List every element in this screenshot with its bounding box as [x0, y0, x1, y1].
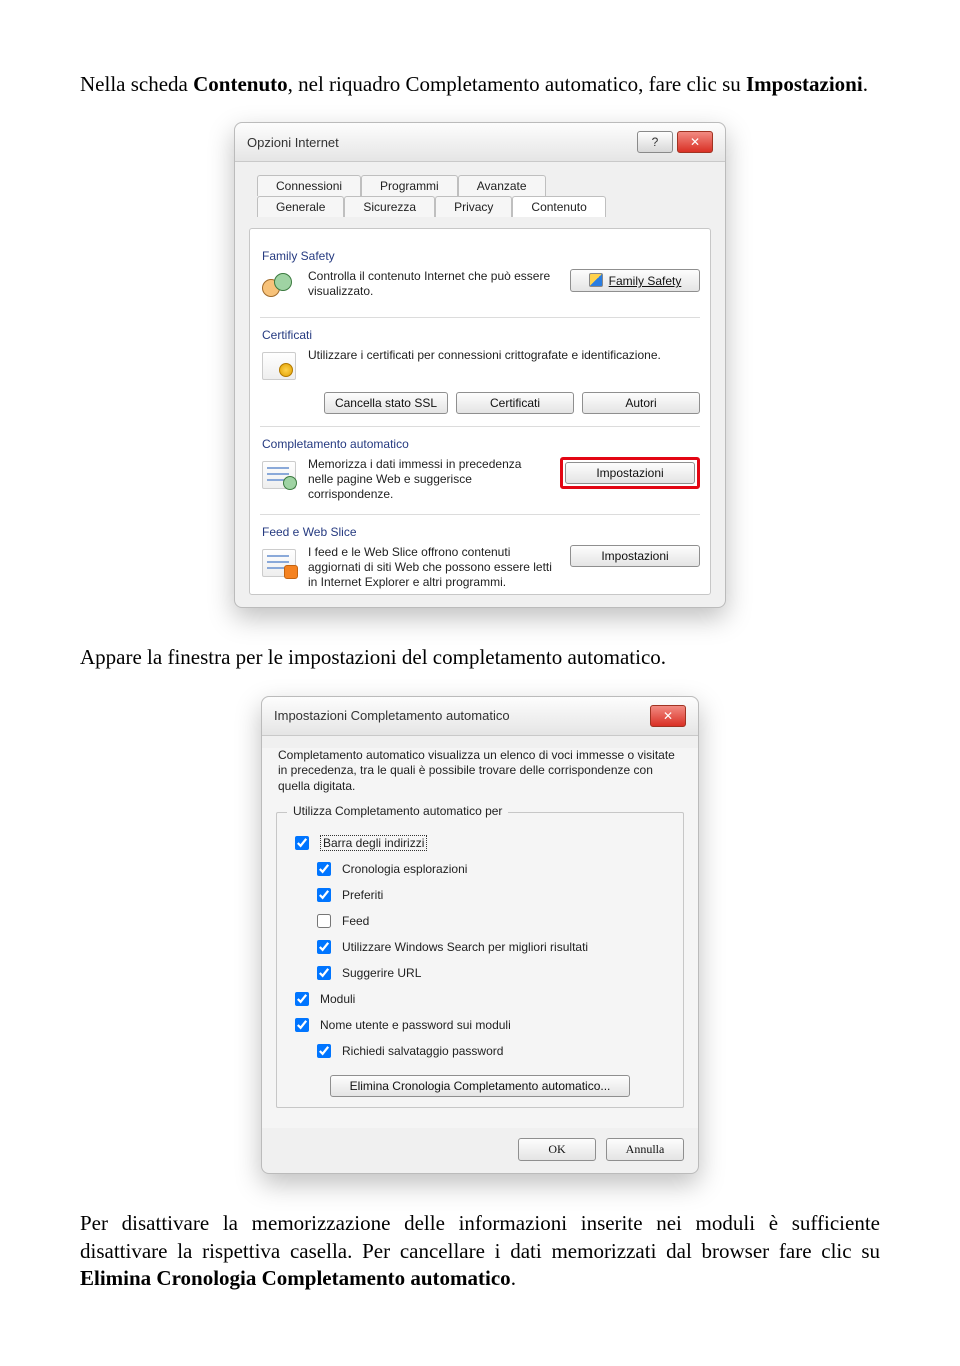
- cb-ask-save-password-input[interactable]: [317, 1044, 331, 1058]
- p1-t2: , nel riquadro Completamento automatico,…: [288, 72, 746, 96]
- cert-buttons: Cancella stato SSL Certificati Autori: [260, 392, 700, 414]
- cb-windows-search-input[interactable]: [317, 940, 331, 954]
- autocomplete-intro: Completamento automatico visualizza un e…: [278, 748, 682, 795]
- cb-ask-save-password[interactable]: Richiedi salvataggio password: [313, 1041, 669, 1061]
- dialog-footer: OK Annulla: [262, 1128, 698, 1173]
- cancel-button[interactable]: Annulla: [606, 1138, 684, 1161]
- cb-suggest-url-input[interactable]: [317, 966, 331, 980]
- cb-address-bar-input[interactable]: [295, 836, 309, 850]
- section-autocomplete: Memorizza i dati immessi in precedenza n…: [260, 457, 700, 502]
- cb-feed[interactable]: Feed: [313, 911, 669, 931]
- dialog-title: Opzioni Internet: [247, 135, 633, 150]
- close-icon: ✕: [663, 709, 673, 723]
- close-button[interactable]: ✕: [650, 705, 686, 727]
- tab-connections[interactable]: Connessioni: [257, 175, 361, 196]
- autocomplete-dialog-figure: Impostazioni Completamento automatico ✕ …: [80, 696, 880, 1175]
- p1-b1: Contenuto: [193, 72, 288, 96]
- intro-paragraph-2: Appare la finestra per le impostazioni d…: [80, 644, 880, 671]
- intro-paragraph-1: Nella scheda Contenuto, nel riquadro Com…: [80, 71, 880, 98]
- section-cert: Utilizzare i certificati per connessioni…: [260, 348, 700, 384]
- clear-ssl-button[interactable]: Cancella stato SSL: [324, 392, 448, 414]
- feed-settings-button[interactable]: Impostazioni: [570, 545, 700, 567]
- ok-button[interactable]: OK: [518, 1138, 596, 1161]
- tab-content[interactable]: Contenuto: [512, 196, 605, 217]
- cb-history-input[interactable]: [317, 862, 331, 876]
- family-desc: Controlla il contenuto Internet che può …: [308, 269, 560, 299]
- autocomplete-groupbox: Utilizza Completamento automatico per Ba…: [276, 812, 684, 1108]
- certificate-icon: [260, 348, 298, 384]
- cb-favorites[interactable]: Preferiti: [313, 885, 669, 905]
- cb-history[interactable]: Cronologia esplorazioni: [313, 859, 669, 879]
- help-button[interactable]: ?: [637, 131, 673, 153]
- cb-username-password-input[interactable]: [295, 1018, 309, 1032]
- cb-windows-search[interactable]: Utilizzare Windows Search per migliori r…: [313, 937, 669, 957]
- tab-general[interactable]: Generale: [257, 196, 344, 217]
- groupbox-title: Utilizza Completamento automatico per: [287, 804, 508, 818]
- cb-feed-label: Feed: [342, 914, 369, 928]
- dialog-title: Impostazioni Completamento automatico: [274, 708, 646, 723]
- cb-suggest-url-label: Suggerire URL: [342, 966, 421, 980]
- tab-content-pane: Family Safety Controlla il contenuto Int…: [249, 228, 711, 595]
- autocomplete-desc: Memorizza i dati immessi in precedenza n…: [308, 457, 550, 502]
- authors-button[interactable]: Autori: [582, 392, 700, 414]
- section-feed: I feed e le Web Slice offrono contenuti …: [260, 545, 700, 590]
- feed-desc: I feed e le Web Slice offrono contenuti …: [308, 545, 560, 590]
- autocomplete-icon: [260, 457, 298, 493]
- p1-t3: .: [863, 72, 868, 96]
- cb-address-bar[interactable]: Barra degli indirizzi: [291, 833, 669, 853]
- cb-windows-search-label: Utilizzare Windows Search per migliori r…: [342, 940, 588, 954]
- feed-icon: [260, 545, 298, 581]
- p3-t1: Per disattivare la memorizzazione delle …: [80, 1211, 880, 1262]
- tabs-row-bottom: Generale Sicurezza Privacy Contenuto: [257, 196, 711, 217]
- titlebar: Impostazioni Completamento automatico ✕: [262, 697, 698, 736]
- close-icon: ✕: [690, 135, 700, 149]
- titlebar: Opzioni Internet ? ✕: [235, 123, 725, 162]
- p3-t2: .: [511, 1266, 516, 1290]
- cb-suggest-url[interactable]: Suggerire URL: [313, 963, 669, 983]
- divider: [260, 317, 700, 318]
- tabs-row-top: Connessioni Programmi Avanzate: [257, 175, 711, 196]
- intro-paragraph-3: Per disattivare la memorizzazione delle …: [80, 1210, 880, 1292]
- p1-b2: Impostazioni: [746, 72, 863, 96]
- family-icon: [260, 269, 298, 305]
- section-family: Controlla il contenuto Internet che può …: [260, 269, 700, 305]
- family-safety-button[interactable]: Family Safety: [570, 269, 700, 292]
- autocomplete-settings-button[interactable]: Impostazioni: [565, 462, 695, 484]
- section-autocomplete-label: Completamento automatico: [262, 437, 700, 451]
- tab-advanced[interactable]: Avanzate: [458, 175, 546, 196]
- p3-b1: Elimina Cronologia Completamento automat…: [80, 1266, 511, 1290]
- cert-desc: Utilizzare i certificati per connessioni…: [308, 348, 700, 363]
- cb-address-bar-label: Barra degli indirizzi: [320, 835, 427, 851]
- section-feed-label: Feed e Web Slice: [262, 525, 700, 539]
- p1-t1: Nella scheda: [80, 72, 193, 96]
- cb-forms-input[interactable]: [295, 992, 309, 1006]
- help-icon: ?: [652, 135, 659, 149]
- cb-forms-label: Moduli: [320, 992, 355, 1006]
- tab-security[interactable]: Sicurezza: [344, 196, 435, 217]
- divider: [260, 426, 700, 427]
- cb-forms[interactable]: Moduli: [291, 989, 669, 1009]
- cb-username-password[interactable]: Nome utente e password sui moduli: [291, 1015, 669, 1035]
- highlight-settings: Impostazioni: [560, 457, 700, 489]
- divider: [260, 514, 700, 515]
- tab-programs[interactable]: Programmi: [361, 175, 458, 196]
- cb-favorites-label: Preferiti: [342, 888, 383, 902]
- tab-privacy[interactable]: Privacy: [435, 196, 512, 217]
- clear-autocomplete-history-button[interactable]: Elimina Cronologia Completamento automat…: [330, 1075, 630, 1097]
- section-cert-label: Certificati: [262, 328, 700, 342]
- cb-username-password-label: Nome utente e password sui moduli: [320, 1018, 511, 1032]
- cb-history-label: Cronologia esplorazioni: [342, 862, 467, 876]
- options-dialog-figure: Opzioni Internet ? ✕ Connessioni Program…: [80, 122, 880, 608]
- section-family-label: Family Safety: [262, 249, 700, 263]
- certificates-button[interactable]: Certificati: [456, 392, 574, 414]
- cb-feed-input[interactable]: [317, 914, 331, 928]
- cb-favorites-input[interactable]: [317, 888, 331, 902]
- close-button[interactable]: ✕: [677, 131, 713, 153]
- cb-ask-save-password-label: Richiedi salvataggio password: [342, 1044, 503, 1058]
